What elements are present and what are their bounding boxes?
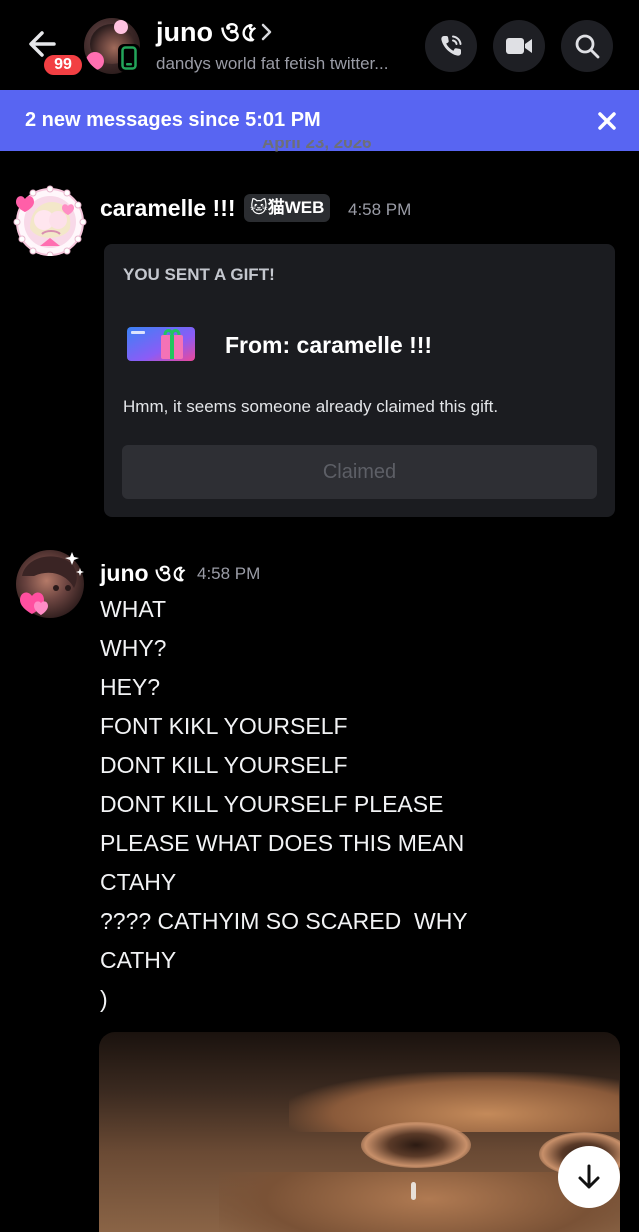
message-line: PLEASE WHAT DOES THIS MEAN: [100, 830, 465, 856]
message-line: WHAT: [100, 596, 167, 622]
phone-call-icon: [441, 35, 462, 56]
arrow-down-icon: [578, 1164, 600, 1189]
message-line: WHY?: [100, 635, 167, 661]
chat-header: 99 juno ও৫ dandys world fat fetish twitt…: [0, 0, 639, 88]
claimed-button[interactable]: Claimed: [122, 445, 597, 499]
message-line: ): [100, 986, 108, 1012]
gift-heading: YOU SENT A GIFT!: [123, 265, 275, 284]
server-tag-badge[interactable]: 🐱猫WEB: [244, 194, 331, 222]
search-button[interactable]: [561, 20, 613, 72]
message-timestamp: 4:58 PM: [348, 200, 412, 219]
custom-status-text: dandys world fat fetish twitter...: [156, 54, 389, 73]
message-author[interactable]: caramelle !!!: [100, 193, 236, 223]
search-icon: [575, 34, 600, 59]
gift-embed: YOU SENT A GIFT! From: caramelle !!! Hmm…: [104, 244, 615, 517]
gift-sender: From: caramelle !!!: [225, 332, 433, 358]
message-line: DONT KILL YOURSELF: [100, 752, 348, 778]
channel-name[interactable]: juno ও৫: [156, 14, 258, 50]
avatar[interactable]: [12, 184, 88, 259]
close-icon[interactable]: [592, 106, 622, 136]
message-content: WHAT WHY? HEY? FONT KIKL YOURSELF DONT K…: [100, 590, 620, 1019]
message-line: HEY?: [100, 674, 161, 700]
new-messages-text[interactable]: 2 new messages since 5:01 PM: [25, 107, 321, 133]
message-line: CTAHY: [100, 869, 177, 895]
message-line: FONT KIKL YOURSELF: [100, 713, 348, 739]
video-call-button[interactable]: [493, 20, 545, 72]
message-line: ???? CATHYIM SO SCARED WHY: [100, 908, 468, 934]
message-timestamp: 4:58 PM: [197, 564, 261, 583]
avatar[interactable]: [12, 546, 88, 622]
gift-card-icon: [127, 325, 195, 363]
message-author[interactable]: juno ও৫: [100, 558, 187, 588]
chevron-right-icon[interactable]: [258, 22, 274, 42]
date-divider: April 23, 2026: [262, 140, 372, 152]
mobile-status-icon: [118, 44, 140, 72]
message-line: CATHY: [100, 947, 177, 973]
gift-description: Hmm, it seems someone already claimed th…: [123, 397, 499, 416]
message-line: DONT KILL YOURSELF PLEASE: [100, 791, 444, 817]
video-camera-icon: [506, 38, 532, 54]
image-attachment[interactable]: [99, 1032, 620, 1232]
voice-call-button[interactable]: [425, 20, 477, 72]
unread-count-badge: 99: [41, 52, 85, 78]
